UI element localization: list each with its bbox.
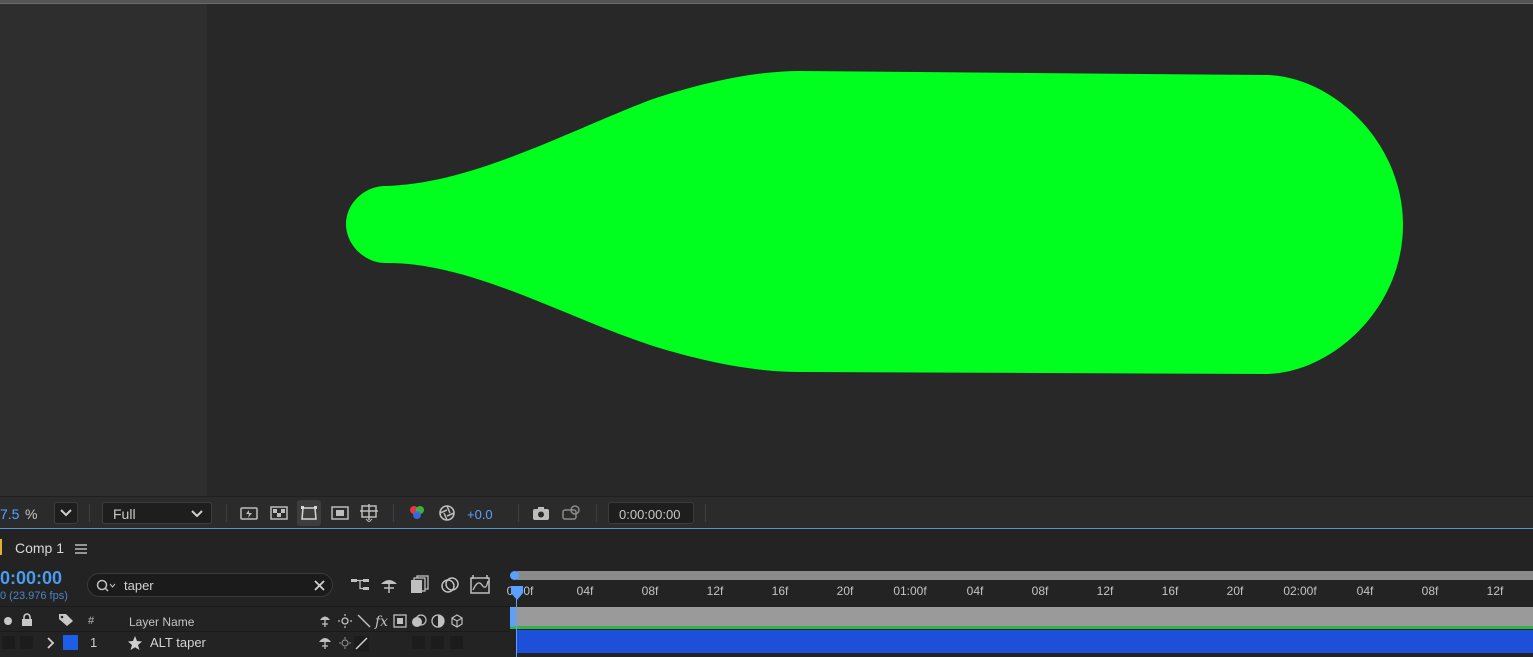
ruler-tick-label: 01:00f bbox=[893, 584, 927, 598]
comp-flowchart-icon[interactable] bbox=[350, 576, 372, 599]
tab-color-marker bbox=[0, 539, 2, 555]
work-area-bar[interactable] bbox=[513, 571, 1533, 580]
motion-blur-icon[interactable] bbox=[440, 575, 460, 600]
ruler-tick-label: 04f bbox=[576, 584, 594, 598]
ruler-tick-label: 12f bbox=[706, 584, 724, 598]
lock-switch[interactable] bbox=[20, 636, 33, 649]
hamburger-icon[interactable] bbox=[75, 542, 87, 560]
color-management-icon[interactable] bbox=[436, 502, 458, 524]
mask-path-visibility-icon[interactable] bbox=[297, 500, 321, 526]
zoom-unit: % bbox=[25, 506, 38, 522]
transparency-grid-icon[interactable] bbox=[268, 502, 290, 524]
viewer-footer-toolbar: 7.5 % Full +0.0 0:00:00:00 bbox=[0, 496, 1533, 529]
layer-row[interactable]: 1 ALT taper bbox=[0, 631, 510, 654]
timeline-tab-bar: Comp 1 bbox=[0, 528, 1533, 569]
ruler-tick-label: 08f bbox=[641, 584, 659, 598]
clear-search-icon[interactable] bbox=[314, 580, 325, 591]
switches-header-icons: fx bbox=[320, 614, 463, 629]
divider bbox=[393, 504, 394, 522]
layer-bar[interactable] bbox=[517, 630, 1533, 653]
search-icon bbox=[96, 579, 116, 592]
layer-index: 1 bbox=[90, 635, 98, 650]
layer-switches[interactable] bbox=[318, 634, 374, 652]
timecode-value: 0:00:00:00 bbox=[619, 507, 681, 522]
svg-text:fx: fx bbox=[374, 614, 388, 629]
switch-cell[interactable] bbox=[431, 636, 444, 649]
chevron-down-icon bbox=[60, 509, 72, 517]
composition-canvas[interactable] bbox=[0, 4, 1533, 496]
layer-in-point-handle[interactable] bbox=[510, 607, 515, 627]
time-ruler[interactable]: 0:00f04f08f12f16f20f01:00f04f08f12f16f20… bbox=[507, 584, 1533, 600]
chevron-down-icon bbox=[191, 510, 203, 518]
grid-guides-icon[interactable] bbox=[358, 502, 380, 524]
resolution-value: Full bbox=[113, 506, 136, 522]
star-icon bbox=[128, 636, 142, 650]
graph-editor-icon[interactable] bbox=[470, 575, 490, 600]
work-area-start-handle[interactable] bbox=[510, 571, 519, 580]
tab-comp-1[interactable]: Comp 1 bbox=[15, 540, 64, 556]
divider bbox=[596, 504, 597, 522]
show-snapshot-icon[interactable] bbox=[560, 502, 582, 524]
lock-icon[interactable] bbox=[21, 613, 33, 632]
switch-cell[interactable] bbox=[450, 636, 463, 649]
zoom-value[interactable]: 7.5 bbox=[0, 506, 19, 522]
divider bbox=[518, 504, 519, 522]
fps-readout: 0 (23.976 fps) bbox=[0, 590, 68, 602]
zoom-dropdown[interactable] bbox=[54, 502, 78, 524]
tapered-shape[interactable] bbox=[346, 71, 1403, 374]
video-switch[interactable] bbox=[2, 636, 15, 649]
search-input[interactable]: taper bbox=[124, 578, 154, 593]
fast-previews-icon[interactable] bbox=[238, 502, 260, 524]
layer-column-header: # Layer Name fx bbox=[0, 606, 510, 633]
ruler-tick-label: 02:00f bbox=[1283, 584, 1317, 598]
timeline-panel: 0:00:00 0 (23.976 fps) taper # Layer Nam… bbox=[0, 568, 1533, 657]
channel-rgb-icon[interactable] bbox=[406, 502, 428, 524]
ruler-tick-label: 04f bbox=[966, 584, 984, 598]
exposure-value[interactable]: +0.0 bbox=[467, 507, 493, 522]
divider bbox=[226, 504, 227, 522]
chevron-right-icon[interactable] bbox=[46, 637, 56, 649]
current-time-display[interactable]: 0:00:00:00 bbox=[608, 502, 694, 524]
playhead[interactable] bbox=[510, 585, 524, 601]
ruler-tick-label: 08f bbox=[1031, 584, 1049, 598]
column-number: # bbox=[88, 615, 95, 627]
ruler-tick-label: 12f bbox=[1096, 584, 1114, 598]
av-features-icon[interactable] bbox=[4, 617, 12, 625]
ruler-tick-label: 16f bbox=[1161, 584, 1179, 598]
divider bbox=[705, 504, 706, 522]
region-of-interest-icon[interactable] bbox=[329, 502, 351, 524]
ruler-tick-label: 04f bbox=[1356, 584, 1374, 598]
camera-icon[interactable] bbox=[530, 502, 552, 524]
current-time[interactable]: 0:00:00 bbox=[0, 568, 62, 589]
layer-label-color[interactable] bbox=[63, 635, 78, 650]
layer-track-divider bbox=[510, 626, 1533, 629]
draft-3d-icon[interactable] bbox=[379, 576, 399, 599]
ruler-tick-label: 12f bbox=[1486, 584, 1504, 598]
frame-blending-icon[interactable] bbox=[410, 575, 430, 600]
layer-name[interactable]: ALT taper bbox=[150, 635, 206, 650]
resolution-dropdown[interactable]: Full bbox=[102, 502, 212, 524]
ruler-tick-label: 20f bbox=[1226, 584, 1244, 598]
ruler-tick-label: 20f bbox=[836, 584, 854, 598]
layer-search-field[interactable]: taper bbox=[87, 573, 333, 597]
ruler-tick-label: 08f bbox=[1421, 584, 1439, 598]
divider bbox=[89, 504, 90, 522]
column-layer-name[interactable]: Layer Name bbox=[129, 615, 194, 629]
switch-cell[interactable] bbox=[412, 636, 425, 649]
ruler-tick-label: 16f bbox=[771, 584, 789, 598]
timeline-graph-area[interactable]: 0:00f04f08f12f16f20f01:00f04f08f12f16f20… bbox=[507, 568, 1533, 657]
label-tag-icon[interactable] bbox=[58, 613, 74, 632]
